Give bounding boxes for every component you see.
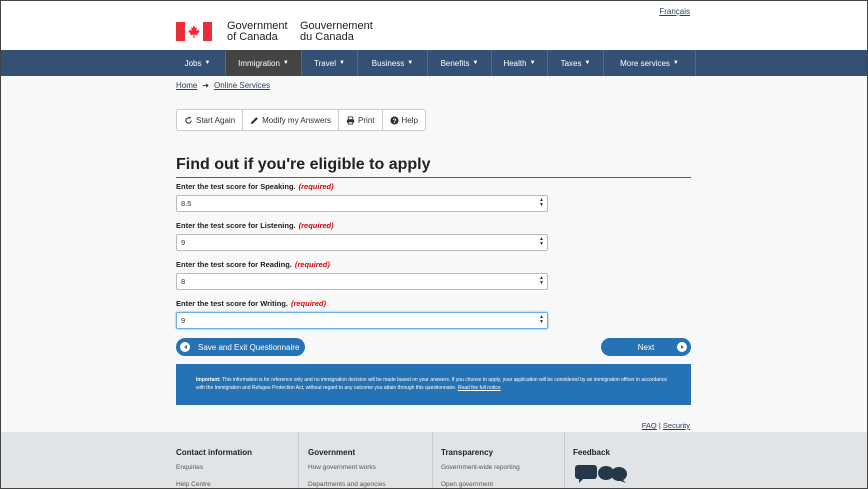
security-link[interactable]: Security bbox=[663, 421, 690, 430]
footer-contact-column: Contact information Enquiries Help Centr… bbox=[176, 432, 299, 489]
nav-item-travel[interactable]: Travel ▼ bbox=[302, 50, 358, 76]
nav-item-business[interactable]: Business ▼ bbox=[358, 50, 428, 76]
breadcrumb: Home ➜ Online Services bbox=[176, 81, 270, 90]
questionnaire-toolbar: Start Again Modify my Answers Print ? He… bbox=[176, 109, 426, 131]
chevron-down-icon: ▼ bbox=[338, 60, 345, 66]
svg-text:?: ? bbox=[392, 117, 396, 124]
nav-item-health[interactable]: Health ▼ bbox=[492, 50, 548, 76]
faq-link[interactable]: FAQ bbox=[642, 421, 657, 430]
page-title: Find out if you're eligible to apply bbox=[176, 156, 691, 178]
main-navigation: Jobs ▼ Immigration ▼ Travel ▼ Business ▼ Ben… bbox=[0, 50, 868, 76]
footer-link-departments[interactable]: Departments and agencies bbox=[308, 481, 432, 488]
listening-score-select[interactable]: 9 ▲ ▼ bbox=[176, 234, 548, 251]
nav-item-jobs[interactable]: Jobs ▼ bbox=[170, 50, 226, 76]
pencil-icon bbox=[251, 116, 258, 124]
canada-flag-icon bbox=[176, 22, 212, 41]
footer-government-column: Government How government works Departme… bbox=[308, 432, 433, 489]
site-footer: Contact information Enquiries Help Centr… bbox=[0, 432, 868, 489]
select-arrows-icon: ▲ ▼ bbox=[539, 275, 544, 286]
arrow-right-circle-icon bbox=[677, 342, 687, 352]
select-arrows-icon: ▲ ▼ bbox=[539, 236, 544, 247]
reading-score-label: Enter the test score for Reading. (requir… bbox=[176, 260, 330, 269]
chevron-down-icon: ▼ bbox=[204, 60, 211, 66]
footer-link-how-government-works[interactable]: How government works bbox=[308, 464, 432, 471]
select-arrows-icon: ▲ ▼ bbox=[539, 197, 544, 208]
printer-icon bbox=[346, 115, 355, 125]
help-button[interactable]: ? Help bbox=[382, 109, 426, 131]
select-arrows-icon: ▲ ▼ bbox=[539, 314, 544, 325]
footer-link-enquiries[interactable]: Enquiries bbox=[176, 464, 298, 471]
chevron-down-icon: ▼ bbox=[584, 60, 591, 66]
modify-answers-button[interactable]: Modify my Answers bbox=[243, 109, 340, 131]
breadcrumb-home-link[interactable]: Home bbox=[176, 81, 197, 90]
faq-security-links: FAQ | Security bbox=[641, 421, 690, 430]
language-toggle-link[interactable]: Français bbox=[659, 7, 690, 16]
chevron-down-icon: ▼ bbox=[672, 60, 679, 66]
speaking-score-label: Enter the test score for Speaking. (requi… bbox=[176, 182, 334, 191]
breadcrumb-online-services-link[interactable]: Online Services bbox=[214, 81, 270, 90]
arrow-right-icon: ➜ bbox=[202, 81, 210, 90]
read-full-notice-link[interactable]: Read the full notice bbox=[458, 385, 501, 391]
next-button[interactable]: Next bbox=[601, 338, 691, 356]
footer-link-reporting[interactable]: Government-wide reporting bbox=[441, 464, 564, 471]
nav-item-taxes[interactable]: Taxes ▼ bbox=[548, 50, 604, 76]
nav-item-benefits[interactable]: Benefits ▼ bbox=[428, 50, 492, 76]
feedback-chat-icon[interactable] bbox=[575, 463, 627, 483]
footer-link-open-government[interactable]: Open government bbox=[441, 481, 564, 488]
chevron-down-icon: ▼ bbox=[472, 60, 479, 66]
chevron-down-icon: ▼ bbox=[529, 60, 536, 66]
nav-item-immigration[interactable]: Immigration ▼ bbox=[226, 50, 302, 76]
start-again-button[interactable]: Start Again bbox=[176, 109, 244, 131]
refresh-icon bbox=[185, 115, 192, 124]
question-circle-icon: ? bbox=[389, 115, 399, 124]
arrow-left-circle-icon bbox=[180, 342, 190, 352]
chevron-down-icon: ▼ bbox=[282, 60, 289, 66]
writing-score-label: Enter the test score for Writing. (requir… bbox=[176, 299, 326, 308]
reading-score-select[interactable]: 8 ▲ ▼ bbox=[176, 273, 548, 290]
writing-score-select[interactable]: 9 ▲ ▼ bbox=[176, 312, 548, 329]
print-button[interactable]: Print bbox=[339, 109, 383, 131]
nav-item-more-services[interactable]: More services ▼ bbox=[604, 50, 696, 76]
government-wordmark-en: Government of Canada bbox=[227, 20, 288, 43]
chevron-down-icon: ▼ bbox=[407, 60, 414, 66]
listening-score-label: Enter the test score for Listening. (requ… bbox=[176, 221, 334, 230]
footer-transparency-column: Transparency Government-wide reporting O… bbox=[441, 432, 565, 489]
save-and-exit-button[interactable]: Save and Exit Questionnaire bbox=[176, 338, 305, 356]
speaking-score-select[interactable]: 8.5 ▲ ▼ bbox=[176, 195, 548, 212]
site-header: Français Government of Canada Gouvernemen… bbox=[0, 0, 868, 50]
footer-link-help-centre[interactable]: Help Centre bbox=[176, 481, 298, 488]
government-wordmark-fr: Gouvernement du Canada bbox=[300, 20, 373, 43]
important-notice: Important: This information is for refer… bbox=[176, 364, 691, 405]
